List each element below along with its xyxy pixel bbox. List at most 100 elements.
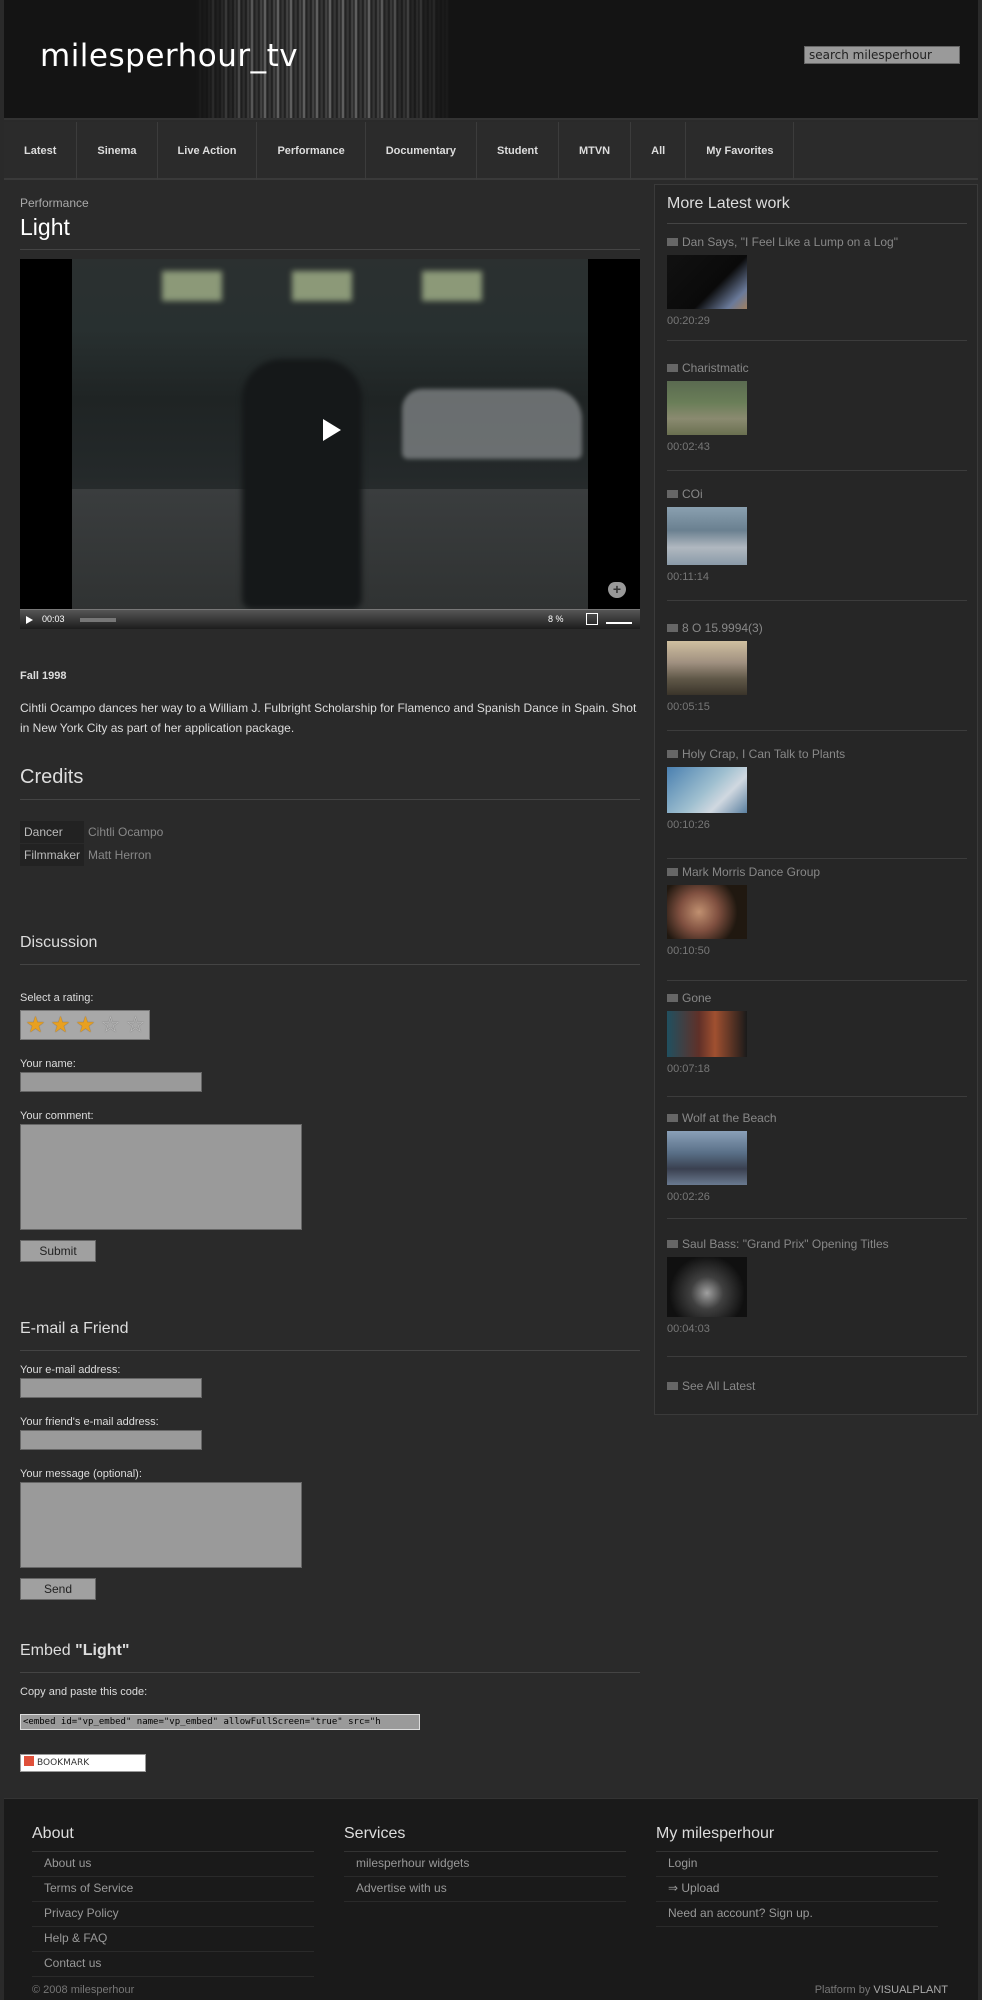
footer-link[interactable]: About us xyxy=(32,1852,314,1877)
thumbnail[interactable] xyxy=(667,767,747,813)
play-icon[interactable] xyxy=(323,419,341,441)
bookmark-button[interactable]: BOOKMARK xyxy=(20,1754,146,1772)
fullscreen-icon[interactable] xyxy=(586,613,598,625)
sidebar-title: More Latest work xyxy=(667,195,967,224)
volume-icon[interactable] xyxy=(606,614,632,624)
footer-link[interactable]: milesperhour widgets xyxy=(344,1852,626,1877)
item-title[interactable]: Mark Morris Dance Group xyxy=(667,865,967,879)
nav-my-favorites[interactable]: My Favorites xyxy=(686,122,795,180)
credit-name[interactable]: Cihtli Ocampo xyxy=(88,821,163,844)
nav-student[interactable]: Student xyxy=(477,122,559,180)
credit-name[interactable]: Matt Herron xyxy=(88,844,151,867)
email-friend-heading: E-mail a Friend xyxy=(20,1320,640,1351)
item-title[interactable]: Wolf at the Beach xyxy=(667,1111,967,1125)
your-email-input[interactable] xyxy=(20,1378,202,1398)
footer-heading: Services xyxy=(344,1825,626,1852)
footer-link[interactable]: Help & FAQ xyxy=(32,1927,314,1952)
star-icon[interactable]: ★ xyxy=(23,1012,48,1038)
message-label: Your message (optional): xyxy=(20,1468,142,1480)
credit-role: Filmmaker xyxy=(20,844,84,866)
star-rating[interactable]: ★ ★ ★ ☆ ☆ xyxy=(20,1010,150,1040)
item-title[interactable]: 8 O 15.9994(3) xyxy=(667,621,967,635)
list-item[interactable]: Mark Morris Dance Group 00:10:50 xyxy=(667,865,967,981)
footer-link[interactable]: Terms of Service xyxy=(32,1877,314,1902)
comment-label: Your comment: xyxy=(20,1110,94,1122)
nav-documentary[interactable]: Documentary xyxy=(366,122,477,180)
thumbnail[interactable] xyxy=(667,641,747,695)
item-title[interactable]: Saul Bass: "Grand Prix" Opening Titles xyxy=(667,1237,967,1251)
send-button[interactable]: Send xyxy=(20,1578,96,1600)
credits-heading: Credits xyxy=(20,766,640,800)
video-title: Light xyxy=(20,214,640,250)
thumbnail[interactable] xyxy=(667,381,747,435)
nav-latest[interactable]: Latest xyxy=(4,122,78,180)
item-title[interactable]: Charistmatic xyxy=(667,361,967,375)
star-icon[interactable]: ★ xyxy=(73,1012,98,1038)
list-item[interactable]: Saul Bass: "Grand Prix" Opening Titles 0… xyxy=(667,1237,967,1357)
star-icon[interactable]: ☆ xyxy=(123,1012,148,1038)
credit-row: Dancer Cihtli Ocampo xyxy=(20,821,163,844)
list-item[interactable]: 8 O 15.9994(3) 00:05:15 xyxy=(667,621,967,731)
footer-heading: About xyxy=(32,1825,314,1852)
footer-link[interactable]: Advertise with us xyxy=(344,1877,626,1902)
name-input[interactable] xyxy=(20,1072,202,1092)
player-controls: 00:03 8 % xyxy=(20,609,640,629)
nav-live-action[interactable]: Live Action xyxy=(158,122,258,180)
star-icon[interactable]: ☆ xyxy=(98,1012,123,1038)
item-duration: 00:04:03 xyxy=(667,1323,710,1335)
thumbnail[interactable] xyxy=(667,1011,747,1057)
thumbnail[interactable] xyxy=(667,507,747,565)
footer-link[interactable]: Privacy Policy xyxy=(32,1902,314,1927)
footer-about: About About us Terms of Service Privacy … xyxy=(32,1825,314,1977)
platform-name[interactable]: VISUALPLANT xyxy=(873,1984,948,1996)
footer-link[interactable]: Login xyxy=(656,1852,938,1877)
list-item[interactable]: Wolf at the Beach 00:02:26 xyxy=(667,1111,967,1219)
name-label: Your name: xyxy=(20,1058,76,1070)
nav-performance[interactable]: Performance xyxy=(257,122,366,180)
submit-button[interactable]: Submit xyxy=(20,1240,96,1262)
footer-link[interactable]: Need an account? Sign up. xyxy=(656,1902,938,1927)
video-player[interactable]: 00:03 8 % xyxy=(20,259,640,629)
list-item[interactable]: Gone 00:07:18 xyxy=(667,991,967,1097)
item-title[interactable]: COi xyxy=(667,487,967,501)
thumbnail[interactable] xyxy=(667,255,747,309)
bookmark-label: BOOKMARK xyxy=(37,1758,90,1768)
list-item[interactable]: Holy Crap, I Can Talk to Plants 00:10:26 xyxy=(667,747,967,859)
item-title[interactable]: Dan Says, "I Feel Like a Lump on a Log" xyxy=(667,235,967,249)
thumbnail[interactable] xyxy=(667,885,747,939)
item-duration: 00:07:18 xyxy=(667,1063,710,1075)
star-icon[interactable]: ★ xyxy=(48,1012,73,1038)
your-email-label: Your e-mail address: xyxy=(20,1364,121,1376)
main-content: Performance Light 00:03 8 % + Fall 1998 … xyxy=(20,196,640,1772)
bookmark-icon xyxy=(24,1756,34,1766)
credits-table: Dancer Cihtli Ocampo Filmmaker Matt Herr… xyxy=(20,821,163,867)
footer-link[interactable]: ⇒ Upload xyxy=(656,1877,938,1902)
nav-sinema[interactable]: Sinema xyxy=(77,122,158,180)
message-textarea[interactable] xyxy=(20,1482,302,1568)
item-title[interactable]: Gone xyxy=(667,991,967,1005)
nav-mtvn[interactable]: MTVN xyxy=(559,122,632,180)
list-item[interactable]: Dan Says, "I Feel Like a Lump on a Log" … xyxy=(667,235,967,341)
item-duration: 00:10:50 xyxy=(667,945,710,957)
list-item[interactable]: Charistmatic 00:02:43 xyxy=(667,361,967,471)
seek-bar[interactable] xyxy=(80,618,116,622)
footer-link[interactable]: Contact us xyxy=(32,1952,314,1977)
thumbnail[interactable] xyxy=(667,1257,747,1317)
control-play-icon[interactable] xyxy=(26,616,33,624)
see-all-link[interactable]: See All Latest xyxy=(667,1379,755,1393)
list-item[interactable]: COi 00:11:14 xyxy=(667,487,967,601)
platform-credit: Platform by VISUALPLANT xyxy=(815,1984,948,1996)
friend-email-input[interactable] xyxy=(20,1430,202,1450)
embed-heading: Embed "Light" xyxy=(20,1642,640,1673)
item-duration: 00:10:26 xyxy=(667,819,710,831)
embed-code-input[interactable]: <embed id="vp_embed" name="vp_embed" all… xyxy=(20,1714,420,1730)
nav-all[interactable]: All xyxy=(631,122,687,180)
item-title[interactable]: Holy Crap, I Can Talk to Plants xyxy=(667,747,967,761)
search-input[interactable]: search milesperhour xyxy=(804,46,960,64)
site-logo[interactable]: milesperhour_tv xyxy=(40,38,298,74)
comment-textarea[interactable] xyxy=(20,1124,302,1230)
thumbnail[interactable] xyxy=(667,1131,747,1185)
category-breadcrumb[interactable]: Performance xyxy=(20,196,640,210)
item-duration: 00:02:26 xyxy=(667,1191,710,1203)
footer-my-account: My milesperhour Login ⇒ Upload Need an a… xyxy=(656,1825,938,1927)
